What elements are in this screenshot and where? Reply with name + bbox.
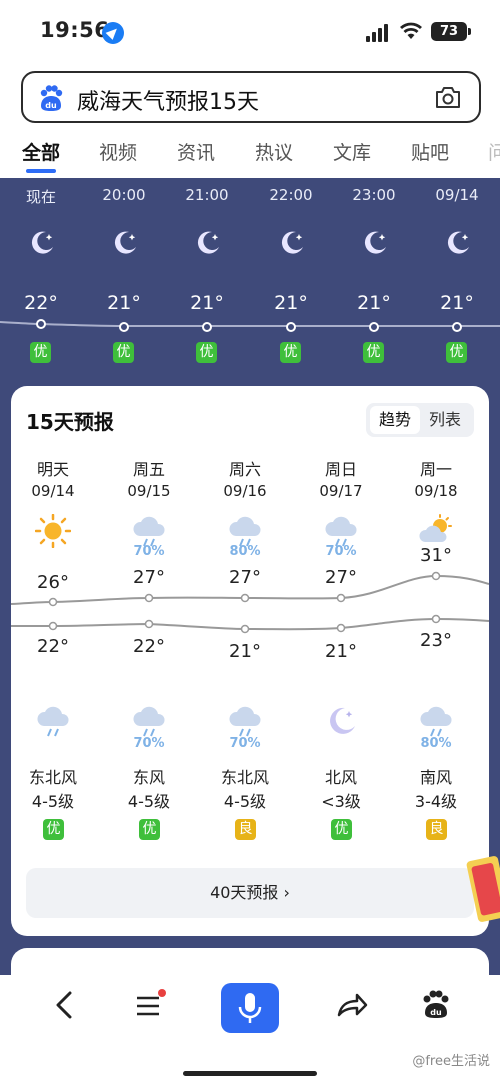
partly-cloudy-icon	[419, 514, 452, 542]
tab-news[interactable]: 资讯	[177, 138, 215, 165]
share-icon[interactable]	[335, 985, 369, 1025]
status-time: 19:56	[40, 18, 110, 42]
precip-chance: 80%	[420, 736, 452, 751]
feed-icon[interactable]	[132, 985, 170, 1025]
moon-icon	[281, 231, 303, 254]
high-temp: 26°	[37, 572, 69, 593]
tab-all[interactable]: 全部	[22, 138, 60, 165]
back-icon[interactable]	[50, 985, 76, 1025]
rain-cloud-icon	[229, 706, 261, 737]
tab-tieba[interactable]: 贴吧	[411, 138, 449, 165]
aqi-badge: 优	[139, 819, 160, 840]
hourly-dots	[36, 319, 462, 332]
svg-text:du: du	[430, 1008, 442, 1017]
rain-cloud-icon	[420, 706, 452, 737]
tab-library[interactable]: 文库	[333, 138, 371, 165]
hourly-forecast[interactable]: 现在 22° 优 20:00 21° 优 21:00 21° 优 22:00 2…	[0, 178, 500, 378]
precip-chance: 80%	[229, 544, 261, 559]
aqi-badge: 优	[280, 342, 301, 363]
home-indicator	[183, 1071, 317, 1076]
sun-icon	[35, 514, 71, 548]
moon-icon	[330, 707, 355, 734]
aqi-badge: 良	[426, 819, 447, 840]
moon-icon	[197, 231, 219, 254]
high-temp: 27°	[133, 567, 165, 588]
aqi-badge: 优	[363, 342, 384, 363]
view-toggle: 趋势 列表	[366, 403, 474, 437]
aqi-badge: 优	[30, 342, 51, 363]
aqi-badge: 优	[113, 342, 134, 363]
watermark: @free生活说	[412, 1054, 490, 1069]
battery-indicator: 73	[431, 22, 471, 41]
mic-icon	[238, 993, 262, 1023]
tab-ask[interactable]: 问	[488, 138, 500, 165]
search-bar[interactable]: du 威海天气预报15天	[21, 71, 481, 123]
aqi-badge: 优	[446, 342, 467, 363]
rain-cloud-icon	[133, 706, 165, 737]
precip-chance: 70%	[325, 544, 357, 559]
precip-chance: 70%	[133, 544, 165, 559]
tab-discussion[interactable]: 热议	[255, 138, 293, 165]
svg-text:du: du	[45, 101, 57, 110]
precip-chance: 70%	[229, 736, 261, 751]
high-temp: 27°	[229, 567, 261, 588]
status-bar: 19:56 73	[0, 0, 500, 62]
tab-video[interactable]: 视频	[99, 138, 137, 165]
aqi-badge: 优	[43, 819, 64, 840]
search-input[interactable]: 威海天气预报15天	[77, 84, 259, 116]
rain-cloud-icon	[133, 516, 165, 547]
precip-chance: 70%	[133, 736, 165, 751]
rain-cloud-icon	[37, 706, 69, 737]
tab-underline	[26, 169, 56, 173]
low-temp: 21°	[325, 641, 357, 662]
rain-cloud-icon	[325, 516, 357, 547]
low-temp: 22°	[37, 636, 69, 657]
aqi-badge: 优	[331, 819, 352, 840]
high-temp: 31°	[420, 545, 452, 566]
moon-icon	[31, 231, 53, 254]
low-temp: 23°	[420, 630, 452, 651]
baidu-paw-icon[interactable]: du	[421, 985, 451, 1025]
forecast-card: 15天预报 趋势 列表 明天 09/14 26° 22° 东北风 4-5级 优 …	[11, 386, 489, 936]
bottom-bar: du @free生活说	[0, 975, 500, 1082]
toggle-trend[interactable]: 趋势	[370, 406, 420, 434]
low-temp: 22°	[133, 636, 165, 657]
baidu-paw-icon: du	[40, 85, 63, 111]
camera-icon[interactable]	[435, 85, 461, 109]
toggle-list[interactable]: 列表	[420, 406, 470, 434]
voice-search-button[interactable]	[221, 983, 279, 1033]
moon-icon	[447, 231, 469, 254]
weather-panel: 现在 22° 优 20:00 21° 优 21:00 21° 优 22:00 2…	[0, 178, 500, 1008]
cellular-signal-icon	[366, 24, 392, 42]
forecast-40-days-button[interactable]: 40天预报 ›	[26, 868, 474, 918]
forecast-title: 15天预报	[26, 410, 114, 434]
aqi-badge: 优	[196, 342, 217, 363]
moon-icon	[114, 231, 136, 254]
tab-bar: 全部 视频 资讯 热议 文库 贴吧 问	[0, 128, 500, 178]
aqi-badge: 良	[235, 819, 256, 840]
location-arrow-icon	[102, 22, 124, 44]
wifi-icon	[400, 22, 422, 39]
low-temp: 21°	[229, 641, 261, 662]
high-temp: 27°	[325, 567, 357, 588]
rain-cloud-icon	[229, 516, 261, 547]
moon-icon	[364, 231, 386, 254]
